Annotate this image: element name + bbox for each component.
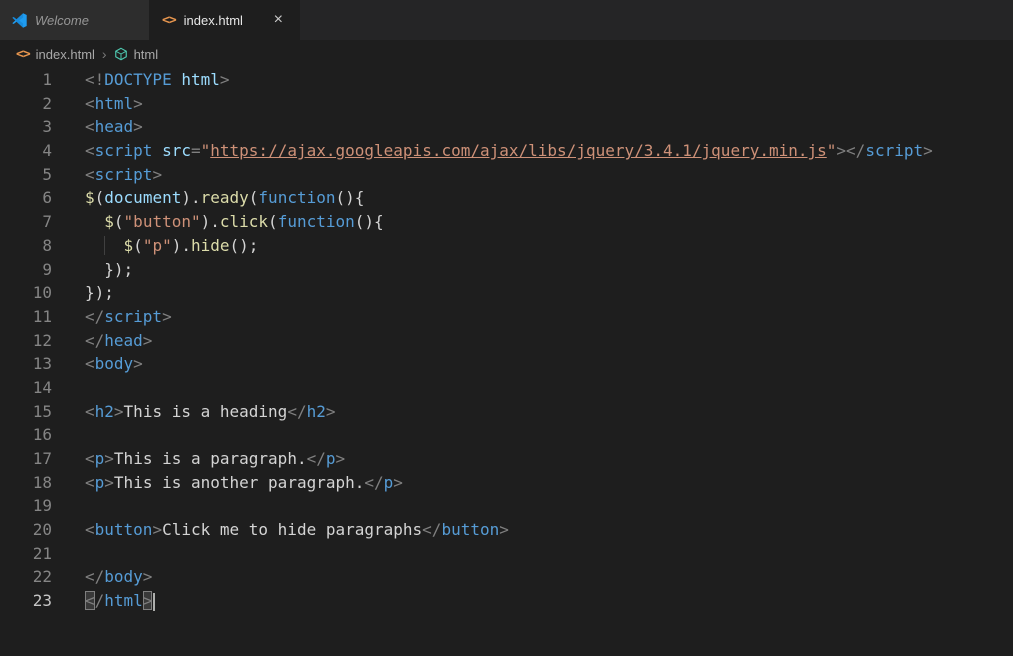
code-text: <script> <box>52 163 162 187</box>
code-line[interactable]: 4<script src="https://ajax.googleapis.co… <box>0 139 1013 163</box>
html-file-icon: <> <box>16 47 30 62</box>
code-line[interactable]: 8 $("p").hide(); <box>0 234 1013 258</box>
code-text: </html> <box>52 589 155 613</box>
line-number: 9 <box>0 258 52 282</box>
code-text: $("button").click(function(){ <box>52 210 384 234</box>
code-line[interactable]: 7 $("button").click(function(){ <box>0 210 1013 234</box>
vscode-window: Welcome <> index.html × <> index.html › … <box>0 0 1013 656</box>
code-line[interactable]: 21 <box>0 542 1013 566</box>
line-number: 14 <box>0 376 52 400</box>
code-line[interactable]: 23</html> <box>0 589 1013 613</box>
line-number: 10 <box>0 281 52 305</box>
line-number: 11 <box>0 305 52 329</box>
tab-index-html[interactable]: <> index.html × <box>150 0 300 40</box>
code-line[interactable]: 17<p>This is a paragraph.</p> <box>0 447 1013 471</box>
code-line[interactable]: 6$(document).ready(function(){ <box>0 186 1013 210</box>
code-line[interactable]: 22</body> <box>0 565 1013 589</box>
breadcrumb-symbol[interactable]: html <box>134 47 159 62</box>
code-text <box>52 542 85 566</box>
line-number: 20 <box>0 518 52 542</box>
html-symbol-icon <box>114 47 128 61</box>
tab-welcome[interactable]: Welcome <box>0 0 150 40</box>
tab-label-welcome: Welcome <box>35 13 89 28</box>
code-line[interactable]: 18<p>This is another paragraph.</p> <box>0 471 1013 495</box>
code-line[interactable]: 14 <box>0 376 1013 400</box>
code-text: <p>This is another paragraph.</p> <box>52 471 403 495</box>
line-number: 17 <box>0 447 52 471</box>
line-number: 21 <box>0 542 52 566</box>
close-icon[interactable]: × <box>270 11 287 29</box>
line-number: 4 <box>0 139 52 163</box>
line-number: 16 <box>0 423 52 447</box>
line-number: 3 <box>0 115 52 139</box>
code-editor[interactable]: 1<!DOCTYPE html>2<html>3<head>4<script s… <box>0 68 1013 656</box>
text-cursor <box>153 593 155 611</box>
code-text: </body> <box>52 565 152 589</box>
code-line[interactable]: 9 }); <box>0 258 1013 282</box>
html-file-icon: <> <box>162 13 176 28</box>
chevron-right-icon: › <box>101 46 108 62</box>
code-line[interactable]: 3<head> <box>0 115 1013 139</box>
code-text: <head> <box>52 115 143 139</box>
breadcrumb: <> index.html › html <box>0 40 1013 68</box>
code-line[interactable]: 16 <box>0 423 1013 447</box>
breadcrumb-file[interactable]: index.html <box>36 47 95 62</box>
code-text: }); <box>52 258 133 282</box>
code-line[interactable]: 20<button>Click me to hide paragraphs</b… <box>0 518 1013 542</box>
code-text: <p>This is a paragraph.</p> <box>52 447 345 471</box>
code-line[interactable]: 1<!DOCTYPE html> <box>0 68 1013 92</box>
code-line[interactable]: 10}); <box>0 281 1013 305</box>
line-number: 8 <box>0 234 52 258</box>
code-text: </script> <box>52 305 172 329</box>
line-number: 22 <box>0 565 52 589</box>
code-text: <h2>This is a heading</h2> <box>52 400 335 424</box>
line-number: 23 <box>0 589 52 613</box>
vscode-logo-icon <box>12 13 27 28</box>
line-number: 15 <box>0 400 52 424</box>
line-number: 18 <box>0 471 52 495</box>
code-text: </head> <box>52 329 152 353</box>
code-line[interactable]: 12</head> <box>0 329 1013 353</box>
line-number: 13 <box>0 352 52 376</box>
tab-bar: Welcome <> index.html × <box>0 0 1013 40</box>
code-line[interactable]: 5<script> <box>0 163 1013 187</box>
code-text: $("p").hide(); <box>52 234 258 258</box>
code-text: <body> <box>52 352 143 376</box>
code-text: <script src="https://ajax.googleapis.com… <box>52 139 933 163</box>
line-number: 1 <box>0 68 52 92</box>
line-number: 5 <box>0 163 52 187</box>
code-text: <button>Click me to hide paragraphs</but… <box>52 518 509 542</box>
code-line[interactable]: 2<html> <box>0 92 1013 116</box>
line-number: 2 <box>0 92 52 116</box>
line-number: 6 <box>0 186 52 210</box>
code-text <box>52 376 85 400</box>
code-line[interactable]: 11</script> <box>0 305 1013 329</box>
code-line[interactable]: 15<h2>This is a heading</h2> <box>0 400 1013 424</box>
code-text: }); <box>52 281 114 305</box>
line-number: 19 <box>0 494 52 518</box>
tab-label-index-html: index.html <box>184 13 243 28</box>
code-text: <html> <box>52 92 143 116</box>
code-text <box>52 423 85 447</box>
code-line[interactable]: 19 <box>0 494 1013 518</box>
code-text: <!DOCTYPE html> <box>52 68 230 92</box>
line-number: 12 <box>0 329 52 353</box>
line-number: 7 <box>0 210 52 234</box>
code-text <box>52 494 85 518</box>
code-text: $(document).ready(function(){ <box>52 186 364 210</box>
code-line[interactable]: 13<body> <box>0 352 1013 376</box>
